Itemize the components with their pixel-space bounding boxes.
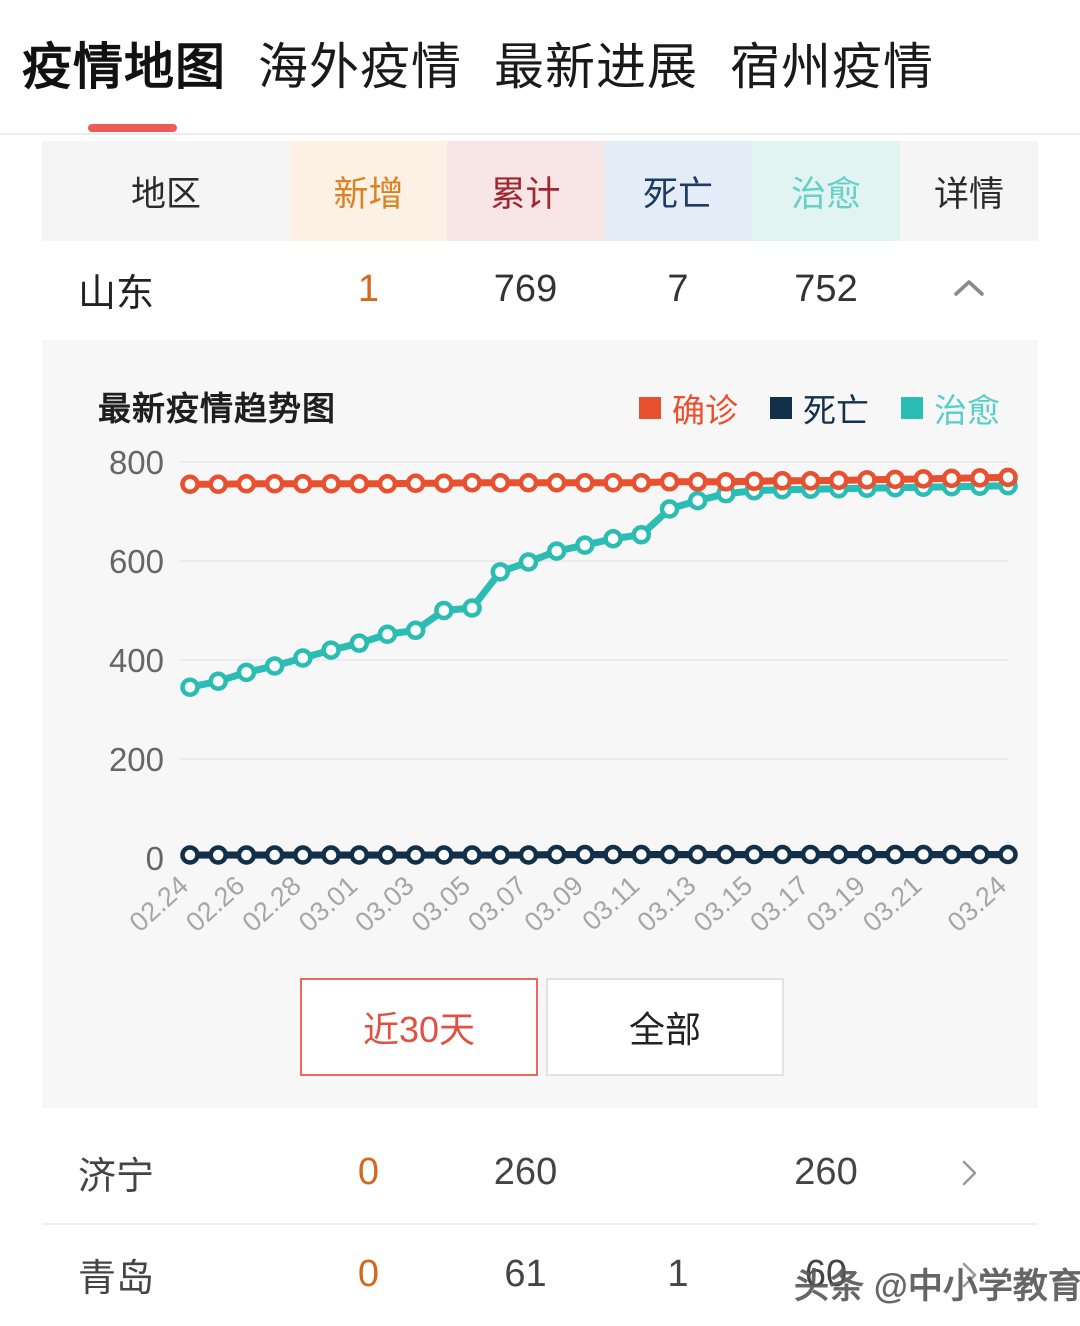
column-header-total[interactable]: 累计 [447, 141, 604, 241]
table-row[interactable]: 济宁 0 260 260 [42, 1122, 1038, 1223]
province-death-count: 7 [667, 267, 689, 310]
nav-tab-epidemic-map[interactable]: 疫情地图 [22, 42, 226, 92]
svg-text:03.05: 03.05 [406, 870, 476, 938]
chart-legend: 确诊 死亡 治愈 [639, 384, 1000, 432]
svg-text:03.01: 03.01 [293, 870, 363, 938]
legend-swatch-confirmed-icon [639, 397, 661, 419]
column-header-region[interactable]: 地区 [42, 141, 290, 241]
svg-text:03.21: 03.21 [857, 870, 927, 938]
province-cured-count: 752 [794, 267, 858, 310]
city-new-count: 0 [357, 1253, 380, 1295]
city-death-count: 1 [667, 1253, 689, 1295]
svg-text:400: 400 [109, 642, 164, 679]
svg-text:03.19: 03.19 [801, 870, 871, 938]
nav-tab-overseas[interactable]: 海外疫情 [258, 42, 462, 92]
city-cured-count: 260 [794, 1151, 858, 1193]
legend-item-cured[interactable]: 治愈 [901, 384, 1000, 432]
city-total-count: 260 [493, 1151, 558, 1193]
legend-item-confirmed[interactable]: 确诊 [639, 384, 738, 432]
city-name: 青岛 [78, 1258, 155, 1300]
trend-chart-panel: 最新疫情趋势图 确诊 死亡 治愈 0 200 400 600 800 02.24 02.26… [42, 340, 1038, 1108]
city-total-count: 61 [504, 1253, 547, 1295]
legend-item-death[interactable]: 死亡 [770, 384, 869, 432]
svg-text:02.26: 02.26 [180, 870, 250, 938]
province-expand-cell[interactable] [900, 266, 1038, 312]
province-new-count: 1 [357, 267, 380, 310]
svg-text:03.13: 03.13 [631, 870, 701, 938]
trend-line-chart: 020040060080002.2402.2602.2803.0103.0303… [109, 444, 1018, 938]
legend-label-cured: 治愈 [934, 392, 1000, 429]
nav-divider [0, 133, 1080, 135]
legend-label-confirmed: 确诊 [672, 392, 738, 429]
chart-title: 最新疫情趋势图 [98, 390, 336, 427]
legend-label-death: 死亡 [803, 392, 869, 429]
svg-text:600: 600 [109, 543, 164, 580]
svg-text:03.17: 03.17 [744, 870, 814, 938]
active-tab-indicator [88, 124, 177, 132]
svg-text:02.24: 02.24 [124, 870, 194, 938]
chart-range-selector: 近30天 全部 [300, 978, 784, 1076]
legend-swatch-death-icon [770, 397, 792, 419]
app-root: 疫情地图 海外疫情 最新进展 宿州疫情 地区 新增 累计 死亡 治愈 详情 山东… [0, 0, 1080, 1326]
chevron-up-icon[interactable] [946, 266, 992, 312]
range-button-all[interactable]: 全部 [546, 978, 784, 1076]
province-total-count: 769 [493, 267, 558, 310]
svg-text:200: 200 [109, 741, 164, 778]
range-button-30days[interactable]: 近30天 [300, 978, 538, 1076]
svg-text:03.15: 03.15 [688, 870, 758, 938]
svg-text:03.03: 03.03 [349, 870, 419, 938]
city-detail-cell[interactable] [900, 1156, 1038, 1190]
svg-text:03.09: 03.09 [519, 870, 589, 938]
svg-text:03.24: 03.24 [942, 870, 1012, 938]
column-header-cured[interactable]: 治愈 [752, 141, 900, 241]
province-name: 山东 [78, 272, 155, 315]
column-header-death[interactable]: 死亡 [604, 141, 752, 241]
table-header-row: 地区 新增 累计 死亡 治愈 详情 [42, 141, 1038, 241]
chart-plot-area: 0 200 400 600 800 02.24 02.26 02.28 03.01 03.03 03… [42, 440, 1038, 980]
legend-swatch-cured-icon [901, 397, 923, 419]
chevron-right-icon[interactable] [952, 1156, 986, 1190]
svg-text:0: 0 [146, 840, 164, 877]
city-new-count: 0 [357, 1151, 380, 1193]
svg-text:02.28: 02.28 [237, 870, 307, 938]
nav-tab-latest-news[interactable]: 最新进展 [494, 42, 698, 92]
column-header-detail[interactable]: 详情 [900, 141, 1038, 241]
table-row-province[interactable]: 山东 1 769 7 752 [42, 241, 1038, 337]
svg-text:03.11: 03.11 [577, 870, 646, 936]
top-navigation: 疫情地图 海外疫情 最新进展 宿州疫情 [0, 0, 1080, 133]
svg-text:03.07: 03.07 [462, 870, 532, 938]
watermark: 头条 @中小学教育者 [794, 1267, 1080, 1306]
column-header-new[interactable]: 新增 [290, 141, 447, 241]
svg-text:800: 800 [109, 444, 164, 481]
city-name: 济宁 [78, 1156, 155, 1198]
nav-tab-suzhou[interactable]: 宿州疫情 [730, 42, 934, 92]
